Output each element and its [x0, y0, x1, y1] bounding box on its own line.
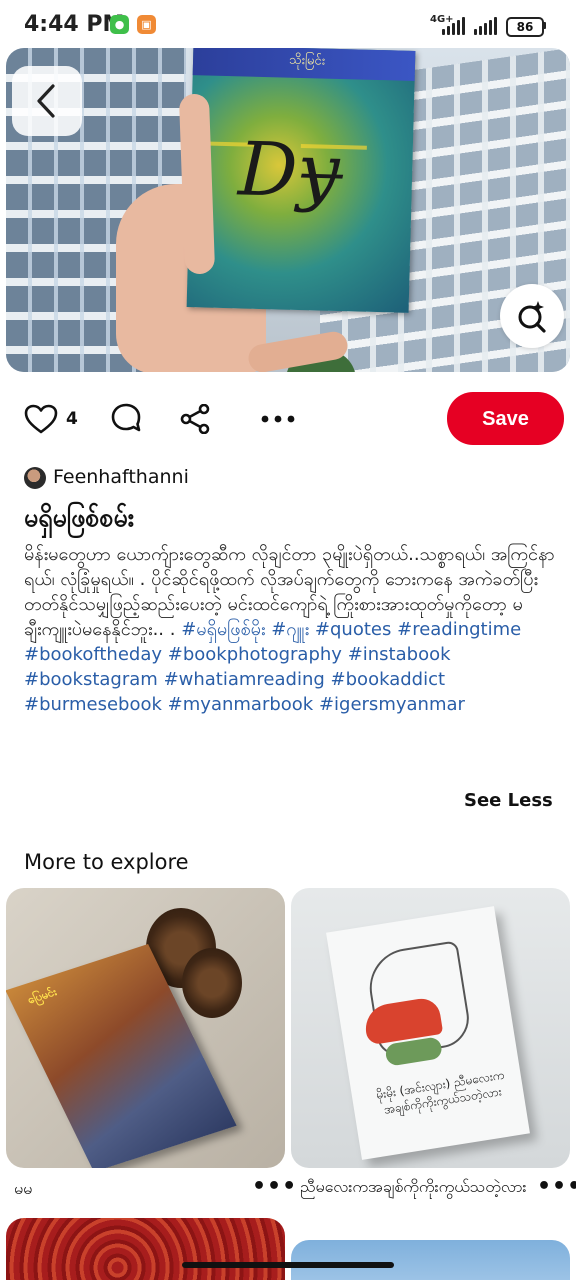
explore-card[interactable]	[6, 1218, 285, 1280]
visual-search-button[interactable]	[500, 284, 564, 348]
section-title: More to explore	[24, 850, 189, 874]
card-more-button[interactable]: •••	[252, 1174, 297, 1199]
hashtag-link[interactable]: #bookstagram	[24, 669, 158, 690]
chevron-left-icon	[37, 84, 55, 118]
save-button[interactable]: Save	[447, 392, 564, 445]
signal-strength-2-icon	[474, 15, 500, 35]
hashtag-link[interactable]: #instabook	[348, 644, 451, 665]
share-icon[interactable]	[180, 404, 212, 434]
card-more-button[interactable]: •••	[537, 1174, 576, 1199]
book-cover: သိုးမြင်း Dɏ	[186, 48, 416, 313]
heart-icon[interactable]	[24, 404, 58, 434]
card-cover-text: မိုးမိုး (အင်းလျား) ညီမလေးကအချစ်ကိုကိုးက…	[375, 1067, 506, 1117]
visual-search-icon	[518, 301, 546, 333]
more-horizontal-icon[interactable]	[260, 414, 296, 424]
hashtag-link[interactable]: #whatiamreading	[164, 669, 325, 690]
hashtag-link[interactable]: #readingtime	[397, 619, 521, 640]
hashtag-link[interactable]: #ဂျူး	[271, 619, 309, 640]
hashtag-link[interactable]: #myanmarbook	[168, 694, 314, 715]
explore-card[interactable]: မိုးမိုး (အင်းလျား) ညီမလေးကအချစ်ကိုကိုးက…	[291, 888, 570, 1168]
hashtag-link[interactable]: #မရှိမဖြစ်မိုး	[181, 619, 265, 640]
status-bar: 4:44 PM ● ▣ 4G+ 86	[0, 0, 576, 48]
author-name[interactable]: Feenhafthanni	[53, 466, 189, 488]
notification-store-icon: ▣	[137, 15, 156, 34]
hashtag-link[interactable]: #bookaddict	[331, 669, 445, 690]
pin-image[interactable]: သိုးမြင်း Dɏ	[6, 48, 570, 372]
hashtag-link[interactable]: #burmesebook	[24, 694, 162, 715]
hashtag-link[interactable]: #igersmyanmar	[319, 694, 465, 715]
book-cover-text: သိုးမြင်း	[288, 52, 326, 69]
home-indicator[interactable]	[182, 1262, 394, 1268]
explore-card[interactable]	[291, 1240, 570, 1280]
avatar[interactable]	[24, 467, 46, 489]
card-caption[interactable]: ညီမလေးကအချစ်ကိုကိုးကွယ်သတဲ့လား	[300, 1176, 530, 1197]
battery-level: 86	[516, 20, 534, 34]
hashtag-link[interactable]: #bookoftheday	[24, 644, 162, 665]
explore-card[interactable]: ပြေမင်း	[6, 888, 285, 1168]
card-cover-label: ပြေမင်း	[25, 985, 59, 1007]
like-count: 4	[66, 409, 78, 429]
back-button[interactable]	[12, 66, 82, 136]
signal-strength-icon	[442, 15, 468, 35]
book-cover-artwork: Dɏ	[237, 126, 341, 215]
see-less-button[interactable]: See Less	[464, 790, 553, 811]
notification-app-icon: ●	[110, 15, 129, 34]
pin-description: မိန်းမတွေဟာ ယောက်ျားတွေဆီက လိုချင်တာ ၃မျ…	[24, 542, 560, 717]
card-book-cover: မိုးမိုး (အင်းလျား) ညီမလေးကအချစ်ကိုကိုးက…	[326, 906, 530, 1160]
card-caption[interactable]: မမ	[14, 1178, 214, 1199]
comment-bubble-icon[interactable]	[110, 402, 142, 434]
hashtag-link[interactable]: #quotes	[315, 619, 391, 640]
hashtag-link[interactable]: #bookphotography	[168, 644, 342, 665]
pin-title: မရှိမဖြစ်စမ်း	[24, 503, 135, 532]
battery-icon: 86	[506, 17, 544, 37]
